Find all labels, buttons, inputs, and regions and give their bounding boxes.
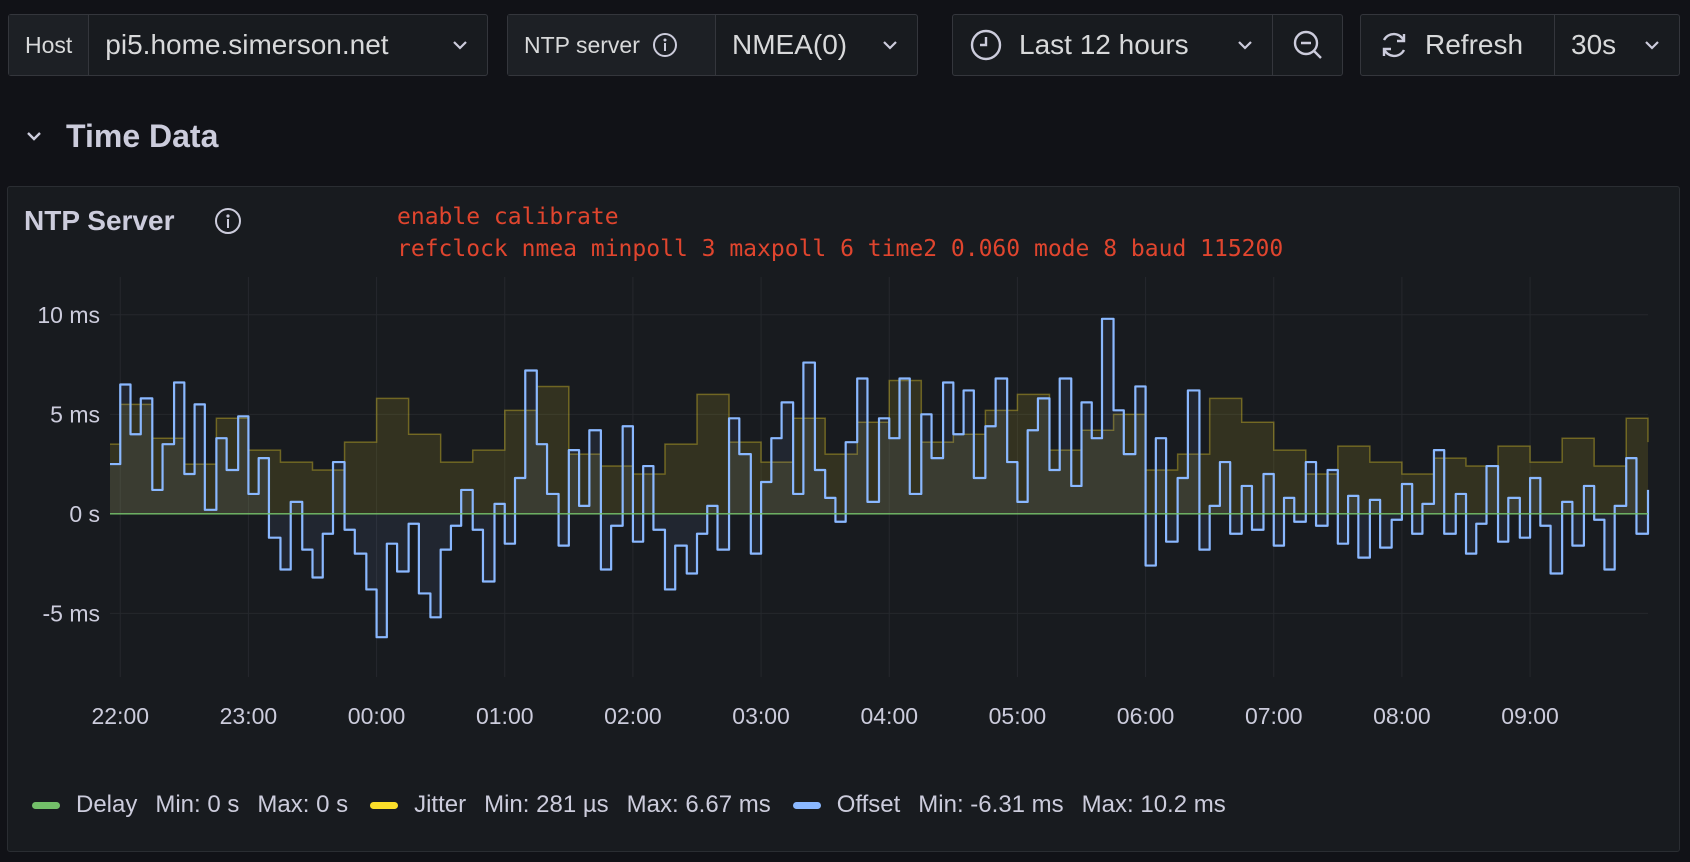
y-tick-label: 5 ms <box>50 401 100 427</box>
time-range-button[interactable]: Last 12 hours <box>953 15 1272 75</box>
ntp-server-label-group: NTP server <box>508 15 715 75</box>
legend-name: Offset <box>836 791 901 818</box>
y-tick-label: 0 s <box>69 501 100 527</box>
row-collapse-chevron-icon[interactable] <box>22 124 46 153</box>
zoom-out-icon <box>1291 28 1325 62</box>
x-tick-label: 22:00 <box>91 703 149 729</box>
x-tick-label: 23:00 <box>220 703 278 729</box>
refresh-icon <box>1377 28 1411 62</box>
legend-max: Max: 10.2 ms <box>1081 791 1226 818</box>
row-title[interactable]: Time Data <box>66 118 218 155</box>
info-icon[interactable] <box>652 32 678 58</box>
host-label: Host <box>9 15 89 75</box>
x-tick-label: 03:00 <box>732 703 790 729</box>
time-series-chart[interactable]: 22:00 23:00 00:00 01:00 02:00 03:00 04:00 05:00… <box>8 187 1679 851</box>
x-tick-label: 01:00 <box>476 703 534 729</box>
refresh-interval-value: 30s <box>1571 29 1617 60</box>
refresh-interval-select[interactable]: 30s <box>1554 15 1679 75</box>
panel-description-line-1: enable calibrate <box>397 204 619 230</box>
x-tick-label: 06:00 <box>1117 703 1175 729</box>
chevron-down-icon <box>449 34 471 56</box>
ntp-server-label: NTP server <box>524 31 640 58</box>
legend-item-jitter[interactable]: Jitter Min: 281 µs Max: 6.67 ms <box>370 791 771 819</box>
legend-max: Max: 6.67 ms <box>626 791 771 818</box>
ntp-server-select[interactable]: NMEA(0) <box>715 15 917 75</box>
x-tick-label: 08:00 <box>1373 703 1431 729</box>
legend-swatch-delay <box>32 801 60 809</box>
ntp-server-variable: NTP server NMEA(0) <box>507 14 918 76</box>
time-range-value: Last 12 hours <box>1019 29 1189 60</box>
x-tick-label: 05:00 <box>989 703 1047 729</box>
chevron-down-icon <box>879 34 901 56</box>
legend-name: Jitter <box>414 791 467 818</box>
legend-min: Min: -6.31 ms <box>918 791 1064 818</box>
legend-swatch-jitter <box>370 801 399 809</box>
chevron-down-icon <box>1641 34 1663 56</box>
legend-item-offset[interactable]: Offset Min: -6.31 ms Max: 10.2 ms <box>792 791 1226 819</box>
host-value: pi5.home.simerson.net <box>105 29 389 60</box>
chevron-down-icon <box>1234 34 1256 56</box>
host-variable: Host pi5.home.simerson.net <box>8 14 488 76</box>
legend-name: Delay <box>76 791 138 818</box>
legend-max: Max: 0 s <box>257 791 349 818</box>
legend-swatch-offset <box>792 801 821 809</box>
y-tick-label: 10 ms <box>37 302 100 328</box>
x-tick-label: 09:00 <box>1501 703 1559 729</box>
y-tick-label: -5 ms <box>43 600 101 626</box>
clock-icon <box>969 28 1003 62</box>
refresh-button[interactable]: Refresh <box>1361 15 1554 75</box>
refresh-picker: Refresh 30s <box>1360 14 1680 76</box>
panel-title[interactable]: NTP Server <box>24 205 174 237</box>
legend-min: Min: 0 s <box>155 791 240 818</box>
refresh-label: Refresh <box>1425 29 1524 60</box>
legend-item-delay[interactable]: Delay Min: 0 s Max: 0 s <box>32 791 348 819</box>
zoom-out-button[interactable] <box>1272 15 1342 75</box>
legend-min: Min: 281 µs <box>484 791 609 818</box>
ntp-server-panel: 22:00 23:00 00:00 01:00 02:00 03:00 04:00 05:00… <box>7 186 1680 852</box>
x-tick-label: 02:00 <box>604 703 662 729</box>
host-select[interactable]: pi5.home.simerson.net <box>88 15 487 75</box>
x-tick-label: 07:00 <box>1245 703 1303 729</box>
info-icon[interactable] <box>214 207 242 240</box>
x-tick-label: 04:00 <box>860 703 918 729</box>
x-tick-label: 00:00 <box>348 703 406 729</box>
legend: Delay Min: 0 s Max: 0 s Jitter Min: 281 … <box>32 791 1248 819</box>
panel-description-line-2: refclock nmea minpoll 3 maxpoll 6 time2 … <box>397 236 1284 262</box>
time-range-picker: Last 12 hours <box>952 14 1343 76</box>
ntp-server-value: NMEA(0) <box>732 29 848 60</box>
